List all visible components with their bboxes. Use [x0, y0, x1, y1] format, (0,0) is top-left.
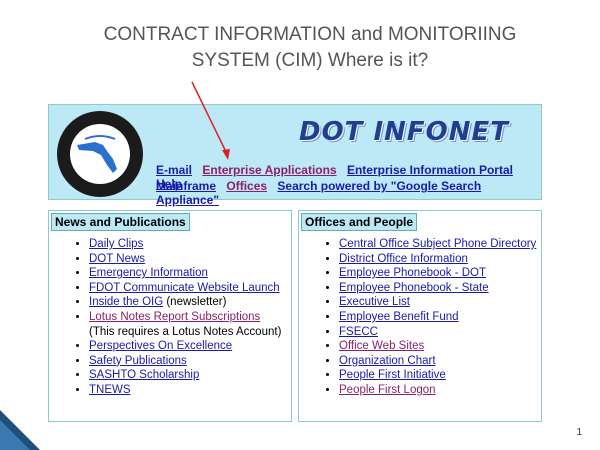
fsecc-link[interactable]: FSECC: [339, 326, 378, 338]
list-item: Employee Phonebook - State: [339, 281, 541, 296]
perspectives-link[interactable]: Perspectives On Excellence: [89, 340, 232, 352]
daily-clips-link[interactable]: Daily Clips: [89, 238, 143, 250]
offices-people-panel: Offices and People Central Office Subjec…: [298, 210, 542, 422]
list-item: Organization Chart: [339, 354, 541, 369]
list-item: Office Web Sites: [339, 339, 541, 354]
list-item: Lotus Notes Report Subscriptions: [89, 310, 291, 325]
list-item: FSECC: [339, 325, 541, 340]
fdot-communicate-link[interactable]: FDOT Communicate Website Launch: [89, 282, 280, 294]
executive-list-link[interactable]: Executive List: [339, 296, 410, 308]
list-item: SASHTO Scholarship: [89, 368, 291, 383]
offices-people-heading: Offices and People: [301, 213, 418, 231]
slide-number: 1: [576, 427, 582, 438]
lotus-notes-link[interactable]: Lotus Notes Report Subscriptions: [89, 311, 260, 323]
employee-benefit-fund-link[interactable]: Employee Benefit Fund: [339, 311, 459, 323]
newsletter-note: (newsletter): [163, 296, 227, 309]
phonebook-state-link[interactable]: Employee Phonebook - State: [339, 282, 489, 294]
list-item: People First Initiative: [339, 368, 541, 383]
list-item: Safety Publications: [89, 354, 291, 369]
district-office-link[interactable]: District Office Information: [339, 253, 468, 265]
list-item: Emergency Information: [89, 266, 291, 281]
list-item: People First Logon: [339, 383, 541, 398]
list-item: DOT News: [89, 252, 291, 267]
list-item: (This requires a Lotus Notes Account): [89, 325, 291, 340]
list-item: TNEWS: [89, 383, 291, 398]
list-item: Central Office Subject Phone Directory: [339, 237, 541, 252]
organization-chart-link[interactable]: Organization Chart: [339, 355, 436, 367]
list-item: Daily Clips: [89, 237, 291, 252]
list-item: Executive List: [339, 295, 541, 310]
central-office-directory-link[interactable]: Central Office Subject Phone Directory: [339, 238, 536, 250]
inside-oig-link[interactable]: Inside the OIG: [89, 296, 163, 308]
arrow-head: [222, 149, 230, 160]
list-item: Employee Benefit Fund: [339, 310, 541, 325]
phonebook-dot-link[interactable]: Employee Phonebook - DOT: [339, 267, 486, 279]
news-publications-heading: News and Publications: [51, 213, 190, 231]
list-item: District Office Information: [339, 252, 541, 267]
list-item: Perspectives On Excellence: [89, 339, 291, 354]
arrow-line: [191, 81, 229, 157]
offices-list: Central Office Subject Phone Directory D…: [299, 237, 541, 398]
sashto-scholarship-link[interactable]: SASHTO Scholarship: [89, 369, 199, 381]
office-web-sites-link[interactable]: Office Web Sites: [339, 340, 424, 352]
list-item: FDOT Communicate Website Launch: [89, 281, 291, 296]
list-item: Employee Phonebook - DOT: [339, 266, 541, 281]
news-publications-panel: News and Publications Daily Clips DOT Ne…: [48, 210, 292, 422]
people-first-logon-link[interactable]: People First Logon: [339, 384, 436, 396]
lotus-notes-note: (This requires a Lotus Notes Account): [89, 325, 282, 338]
list-item: Inside the OIG (newsletter): [89, 295, 291, 310]
emergency-information-link[interactable]: Emergency Information: [89, 267, 208, 279]
dot-news-link[interactable]: DOT News: [89, 253, 145, 265]
tnews-link[interactable]: TNEWS: [89, 384, 131, 396]
news-list: Daily Clips DOT News Emergency Informati…: [49, 237, 291, 398]
corner-decoration: [0, 410, 40, 450]
safety-publications-link[interactable]: Safety Publications: [89, 355, 187, 367]
people-first-initiative-link[interactable]: People First Initiative: [339, 369, 446, 381]
